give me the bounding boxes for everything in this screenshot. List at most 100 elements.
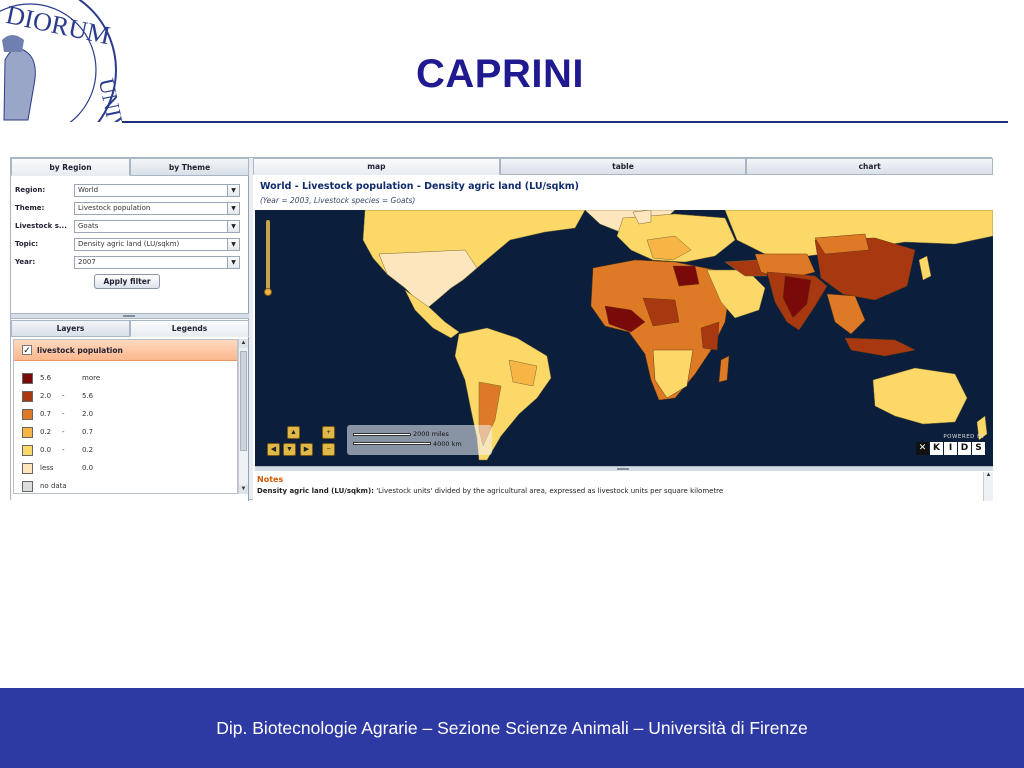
- zoom-out-button[interactable]: −: [322, 443, 335, 456]
- tab-table[interactable]: table: [499, 158, 747, 175]
- pan-down-button[interactable]: ▼: [283, 443, 296, 456]
- legend-item: less 0.0: [22, 462, 112, 474]
- legend-range-to: 0.2: [82, 446, 94, 454]
- legend-range-dash: -: [62, 392, 65, 400]
- legend-range-from: less: [40, 464, 54, 472]
- chevron-down-icon[interactable]: ▼: [227, 184, 239, 196]
- tab-by-region[interactable]: by Region: [11, 158, 130, 176]
- region-row: Region: World ▼: [15, 183, 245, 197]
- zoom-slider-track[interactable]: [266, 220, 270, 295]
- legend-panel: ✓ livestock population 5.6 more 2.0 - 5.6 0.7…: [13, 339, 238, 494]
- chevron-down-icon[interactable]: ▼: [227, 256, 239, 268]
- scale-bar-miles: [353, 433, 411, 436]
- year-label: Year:: [15, 258, 36, 266]
- legend-range-to: 2.0: [82, 410, 94, 418]
- tab-by-theme[interactable]: by Theme: [130, 158, 249, 176]
- filter-panel: by Region by Theme Region: World ▼ Theme:…: [11, 158, 249, 501]
- notes-definition: 'Livestock units' divided by the agricul…: [373, 487, 724, 495]
- scroll-thumb[interactable]: [240, 351, 247, 451]
- legend-swatch: [22, 372, 33, 384]
- svg-text:UNIV: UNIV: [94, 76, 122, 122]
- pan-up-button[interactable]: ▲: [287, 426, 300, 439]
- zoom-slider-handle[interactable]: [264, 288, 272, 296]
- theme-select[interactable]: Livestock population ▼: [74, 201, 240, 215]
- notes-scrollbar[interactable]: ▲: [983, 472, 993, 501]
- legend-swatch: [22, 426, 33, 438]
- legend-swatch: [22, 444, 33, 456]
- footer-text: Dip. Biotecnologie Agrarie – Sezione Sci…: [216, 718, 808, 738]
- notes-term: Density agric land (LU/sqkm):: [257, 487, 374, 495]
- legend-range-from: no data: [40, 482, 67, 490]
- chevron-down-icon[interactable]: ▼: [227, 220, 239, 232]
- world-map[interactable]: ▲ + ◀ ▼ ▶ − 2000 miles 4000 km POWERED B…: [255, 210, 993, 466]
- university-seal-logo: DIORUM UNIV: [0, 0, 122, 122]
- legend-range-from: 0.2: [40, 428, 52, 436]
- legend-title: livestock population: [37, 345, 123, 355]
- filter-tabs: by Region by Theme: [11, 158, 249, 176]
- tab-layers[interactable]: Layers: [11, 320, 130, 337]
- legend-range-dash: -: [62, 428, 65, 436]
- chevron-down-icon[interactable]: ▼: [227, 238, 239, 250]
- map-panel: map table chart World - Livestock popula…: [253, 158, 994, 501]
- apply-filter-button[interactable]: Apply filter: [94, 274, 160, 289]
- layer-tabs: Layers Legends: [11, 320, 249, 337]
- topic-select[interactable]: Density agric land (LU/sqkm) ▼: [74, 237, 240, 251]
- brand-mark-icon: ✕: [916, 442, 929, 455]
- year-select[interactable]: 2007 ▼: [74, 255, 240, 269]
- pan-right-button[interactable]: ▶: [300, 443, 313, 456]
- scale-km-label: 4000 km: [433, 440, 462, 448]
- slide-title: CAPRINI: [416, 52, 584, 96]
- legend-item: 0.7 - 2.0: [22, 408, 112, 420]
- legend-range-from: 0.7: [40, 410, 52, 418]
- map-scale-bar: 2000 miles 4000 km: [347, 425, 492, 455]
- scale-miles-label: 2000 miles: [413, 430, 449, 438]
- title-divider: [122, 121, 1008, 123]
- pan-left-button[interactable]: ◀: [267, 443, 280, 456]
- livestock-species-select[interactable]: Goats ▼: [74, 219, 240, 233]
- theme-label: Theme:: [15, 204, 45, 212]
- legend-range-to: 0.7: [82, 428, 94, 436]
- legend-swatch: [22, 480, 33, 492]
- region-label: Region:: [15, 186, 46, 194]
- kids-brand-logo: POWERED BY ✕ K I D S: [915, 434, 989, 458]
- legend-checkbox[interactable]: ✓: [22, 345, 32, 355]
- year-row: Year: 2007 ▼: [15, 255, 245, 269]
- tab-map[interactable]: map: [253, 158, 500, 175]
- brand-letter-i: I: [944, 442, 957, 455]
- legend-scrollbar[interactable]: ▲ ▼: [238, 339, 248, 494]
- legend-range-to: 5.6: [82, 392, 94, 400]
- legend-range-to: 0.0: [82, 464, 94, 472]
- tab-legends[interactable]: Legends: [130, 320, 249, 337]
- legend-item: 0.0 - 0.2: [22, 444, 112, 456]
- legend-header: ✓ livestock population: [14, 340, 237, 361]
- grip-icon: [123, 315, 135, 317]
- theme-row: Theme: Livestock population ▼: [15, 201, 245, 215]
- zoom-in-button[interactable]: +: [322, 426, 335, 439]
- legend-item: 5.6 more: [22, 372, 112, 384]
- scroll-up-icon[interactable]: ▲: [239, 339, 248, 348]
- legend-item: no data: [22, 480, 67, 492]
- topic-row: Topic: Density agric land (LU/sqkm) ▼: [15, 237, 245, 251]
- brand-letter-k: K: [930, 442, 943, 455]
- panel-splitter[interactable]: [11, 313, 249, 319]
- legend-swatch: [22, 390, 33, 402]
- livestock-species-row: Livestock s... Goats ▼: [15, 219, 245, 233]
- notes-text: Density agric land (LU/sqkm): 'Livestock…: [257, 487, 723, 495]
- tab-chart[interactable]: chart: [746, 158, 994, 175]
- scroll-down-icon[interactable]: ▼: [239, 485, 248, 494]
- scroll-up-icon[interactable]: ▲: [986, 472, 992, 478]
- notes-splitter[interactable]: [255, 466, 993, 471]
- topic-label: Topic:: [15, 240, 39, 248]
- legend-swatch: [22, 462, 33, 474]
- map-subtitle: (Year = 2003, Livestock species = Goats): [260, 196, 416, 205]
- legend-range-from: 0.0: [40, 446, 52, 454]
- region-select[interactable]: World ▼: [74, 183, 240, 197]
- legend-range-to: more: [82, 374, 101, 382]
- chevron-down-icon[interactable]: ▼: [227, 202, 239, 214]
- livestock-app-window: by Region by Theme Region: World ▼ Theme:…: [10, 157, 994, 501]
- powered-by-label: POWERED BY: [943, 434, 985, 440]
- scale-bar-km: [353, 442, 431, 445]
- brand-letter-s: S: [972, 442, 985, 455]
- legend-item: 0.2 - 0.7: [22, 426, 112, 438]
- legend-range-from: 5.6: [40, 374, 52, 382]
